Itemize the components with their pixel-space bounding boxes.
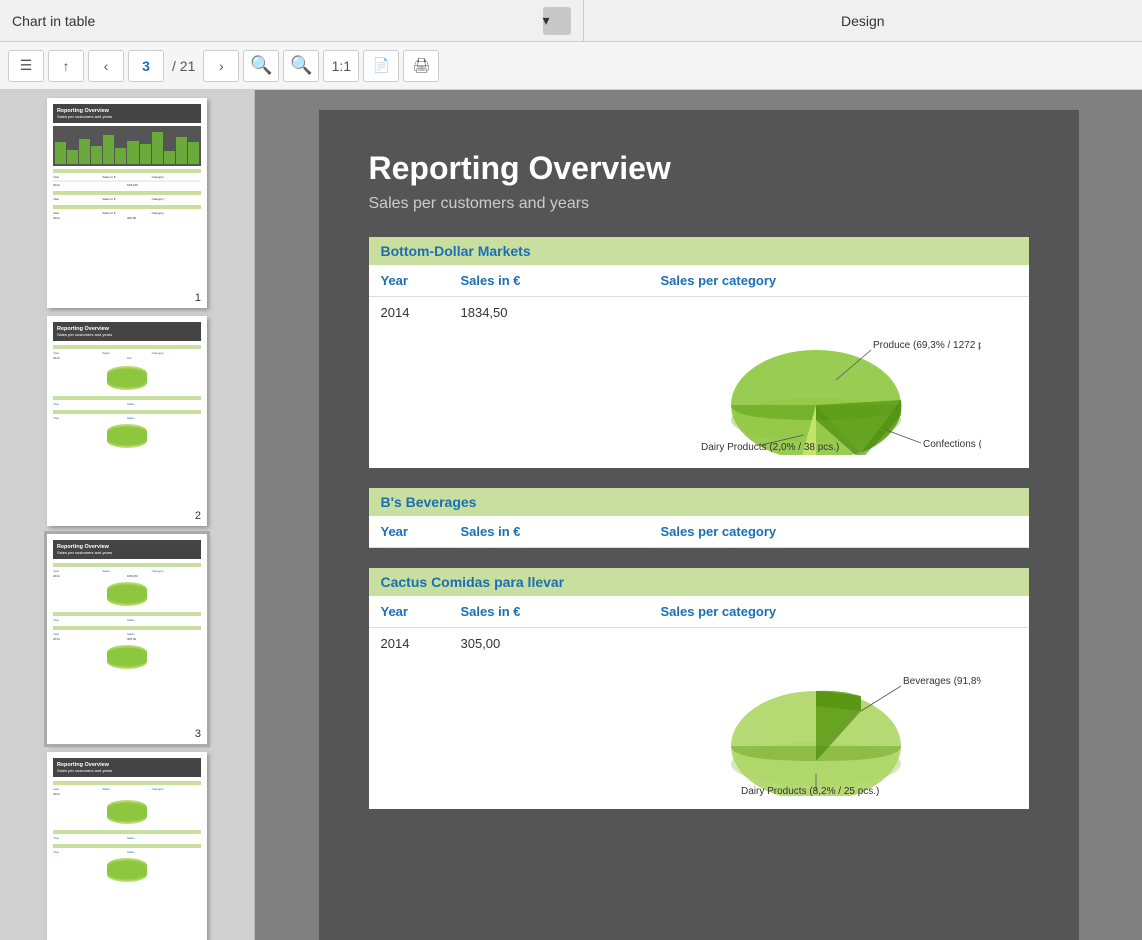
thumb-number-2: 2 bbox=[195, 510, 201, 522]
toolbar-right: Design bbox=[584, 0, 1142, 41]
pie-chart-1: Produce (69,3% / 1272 pcs.) Dairy Produc… bbox=[661, 305, 981, 455]
dropdown-button[interactable]: ▾ bbox=[543, 7, 571, 35]
chart-cactus-2014: Beverages (91,8% / 280 pcs.) Dairy Produ… bbox=[661, 636, 1017, 801]
svg-text:Confections (28,6% / 525 pcs.: Confections (28,6% / 525 pcs.) bbox=[923, 439, 981, 450]
prev-page-button[interactable]: ‹ bbox=[88, 50, 124, 82]
nav-bar: ☰ ↑ ‹ / 21 › 🔍 🔍 1:1 📄 🖨 bbox=[0, 42, 1142, 90]
top-toolbar: Chart in table ▾ Design bbox=[0, 0, 1142, 42]
next-page-button[interactable]: › bbox=[203, 50, 239, 82]
document-subtitle: Sales per customers and years bbox=[369, 195, 1029, 213]
up-icon: ↑ bbox=[63, 58, 70, 74]
data-row-bottom-dollar-2014: 2014 1834,50 bbox=[369, 297, 1029, 468]
up-button[interactable]: ↑ bbox=[48, 50, 84, 82]
design-label: Design bbox=[841, 13, 885, 29]
section-bottom-dollar: Bottom-Dollar Markets Year Sales in € Sa… bbox=[369, 237, 1029, 468]
col-sales-1: Sales in € bbox=[461, 273, 661, 288]
prev-icon: ‹ bbox=[104, 58, 109, 74]
col-headers-2: Year Sales in € Sales per category bbox=[369, 516, 1029, 548]
print-icon: 🖨 bbox=[412, 57, 430, 74]
svg-text:Produce (69,3% / 1272 pcs.): Produce (69,3% / 1272 pcs.) bbox=[873, 340, 981, 351]
data-row-cactus-2014: 2014 305,00 bbox=[369, 628, 1029, 809]
section-header-bottom-dollar: Bottom-Dollar Markets bbox=[369, 237, 1029, 265]
section-table-bottom-dollar: Year Sales in € Sales per category 2014 … bbox=[369, 265, 1029, 468]
chart-bottom-dollar-2014: Produce (69,3% / 1272 pcs.) Dairy Produc… bbox=[661, 305, 1017, 460]
dropdown-icon: ▾ bbox=[543, 12, 571, 29]
document-page: Reporting Overview Sales per customers a… bbox=[319, 110, 1079, 940]
col-headers-1: Year Sales in € Sales per category bbox=[369, 265, 1029, 297]
menu-button[interactable]: ☰ bbox=[8, 50, 44, 82]
export-button[interactable]: 📄 bbox=[363, 50, 399, 82]
col-headers-3: Year Sales in € Sales per category bbox=[369, 596, 1029, 628]
zoom-in-icon: 🔍 bbox=[250, 55, 272, 76]
section-cactus: Cactus Comidas para llevar Year Sales in… bbox=[369, 568, 1029, 809]
pie-chart-2: Beverages (91,8% / 280 pcs.) Dairy Produ… bbox=[661, 636, 981, 796]
section-header-bs-beverages: B's Beverages bbox=[369, 488, 1029, 516]
menu-icon: ☰ bbox=[20, 57, 33, 74]
page-number-input[interactable] bbox=[128, 50, 164, 82]
col-year-3: Year bbox=[381, 604, 461, 619]
thumb-number-1: 1 bbox=[195, 292, 201, 304]
zoom-out-button[interactable]: 🔍 bbox=[283, 50, 319, 82]
print-button[interactable]: 🖨 bbox=[403, 50, 439, 82]
col-sales-3: Sales in € bbox=[461, 604, 661, 619]
thumbnail-1[interactable]: Reporting Overview Sales per customers a… bbox=[47, 98, 207, 308]
svg-text:Dairy Products (8,2% / 25 pcs.: Dairy Products (8,2% / 25 pcs.) bbox=[741, 786, 879, 796]
thumbnail-4[interactable]: Reporting Overview Sales per customers a… bbox=[47, 752, 207, 940]
document-view: Reporting Overview Sales per customers a… bbox=[255, 90, 1142, 940]
col-sales-2: Sales in € bbox=[461, 524, 661, 539]
svg-text:Beverages (91,8% / 280 pcs.): Beverages (91,8% / 280 pcs.) bbox=[903, 676, 981, 687]
col-year-1: Year bbox=[381, 273, 461, 288]
zoom-in-button[interactable]: 🔍 bbox=[243, 50, 279, 82]
section-bs-beverages: B's Beverages Year Sales in € Sales per … bbox=[369, 488, 1029, 548]
section-table-cactus: Year Sales in € Sales per category 2014 … bbox=[369, 596, 1029, 809]
col-category-1: Sales per category bbox=[661, 273, 1017, 288]
thumbnail-2[interactable]: Reporting Overview Sales per customers a… bbox=[47, 316, 207, 526]
zoom-out-icon: 🔍 bbox=[290, 55, 312, 76]
thumbnail-3[interactable]: Reporting Overview Sales per customers a… bbox=[47, 534, 207, 744]
chart-in-table-label: Chart in table bbox=[12, 13, 543, 29]
sales-bottom-dollar-2014: 1834,50 bbox=[461, 305, 661, 320]
export-icon: 📄 bbox=[373, 57, 390, 74]
zoom-reset-button[interactable]: 1:1 bbox=[323, 50, 359, 82]
col-year-2: Year bbox=[381, 524, 461, 539]
total-pages: / 21 bbox=[168, 58, 199, 74]
thumb-number-3: 3 bbox=[195, 728, 201, 740]
next-icon: › bbox=[219, 58, 224, 74]
col-category-2: Sales per category bbox=[661, 524, 1017, 539]
zoom-reset-label: 1:1 bbox=[332, 58, 351, 74]
document-title: Reporting Overview bbox=[369, 150, 1029, 187]
year-cactus-2014: 2014 bbox=[381, 636, 461, 651]
left-panel-thumbnails: Reporting Overview Sales per customers a… bbox=[0, 90, 255, 940]
section-table-bs-beverages: Year Sales in € Sales per category bbox=[369, 516, 1029, 548]
svg-text:Dairy Products (2,0% / 38 pcs.: Dairy Products (2,0% / 38 pcs.) bbox=[701, 442, 839, 453]
year-bottom-dollar-2014: 2014 bbox=[381, 305, 461, 320]
section-header-cactus: Cactus Comidas para llevar bbox=[369, 568, 1029, 596]
sales-cactus-2014: 305,00 bbox=[461, 636, 661, 651]
toolbar-left: Chart in table ▾ bbox=[0, 0, 584, 41]
col-category-3: Sales per category bbox=[661, 604, 1017, 619]
main-area: Reporting Overview Sales per customers a… bbox=[0, 90, 1142, 940]
